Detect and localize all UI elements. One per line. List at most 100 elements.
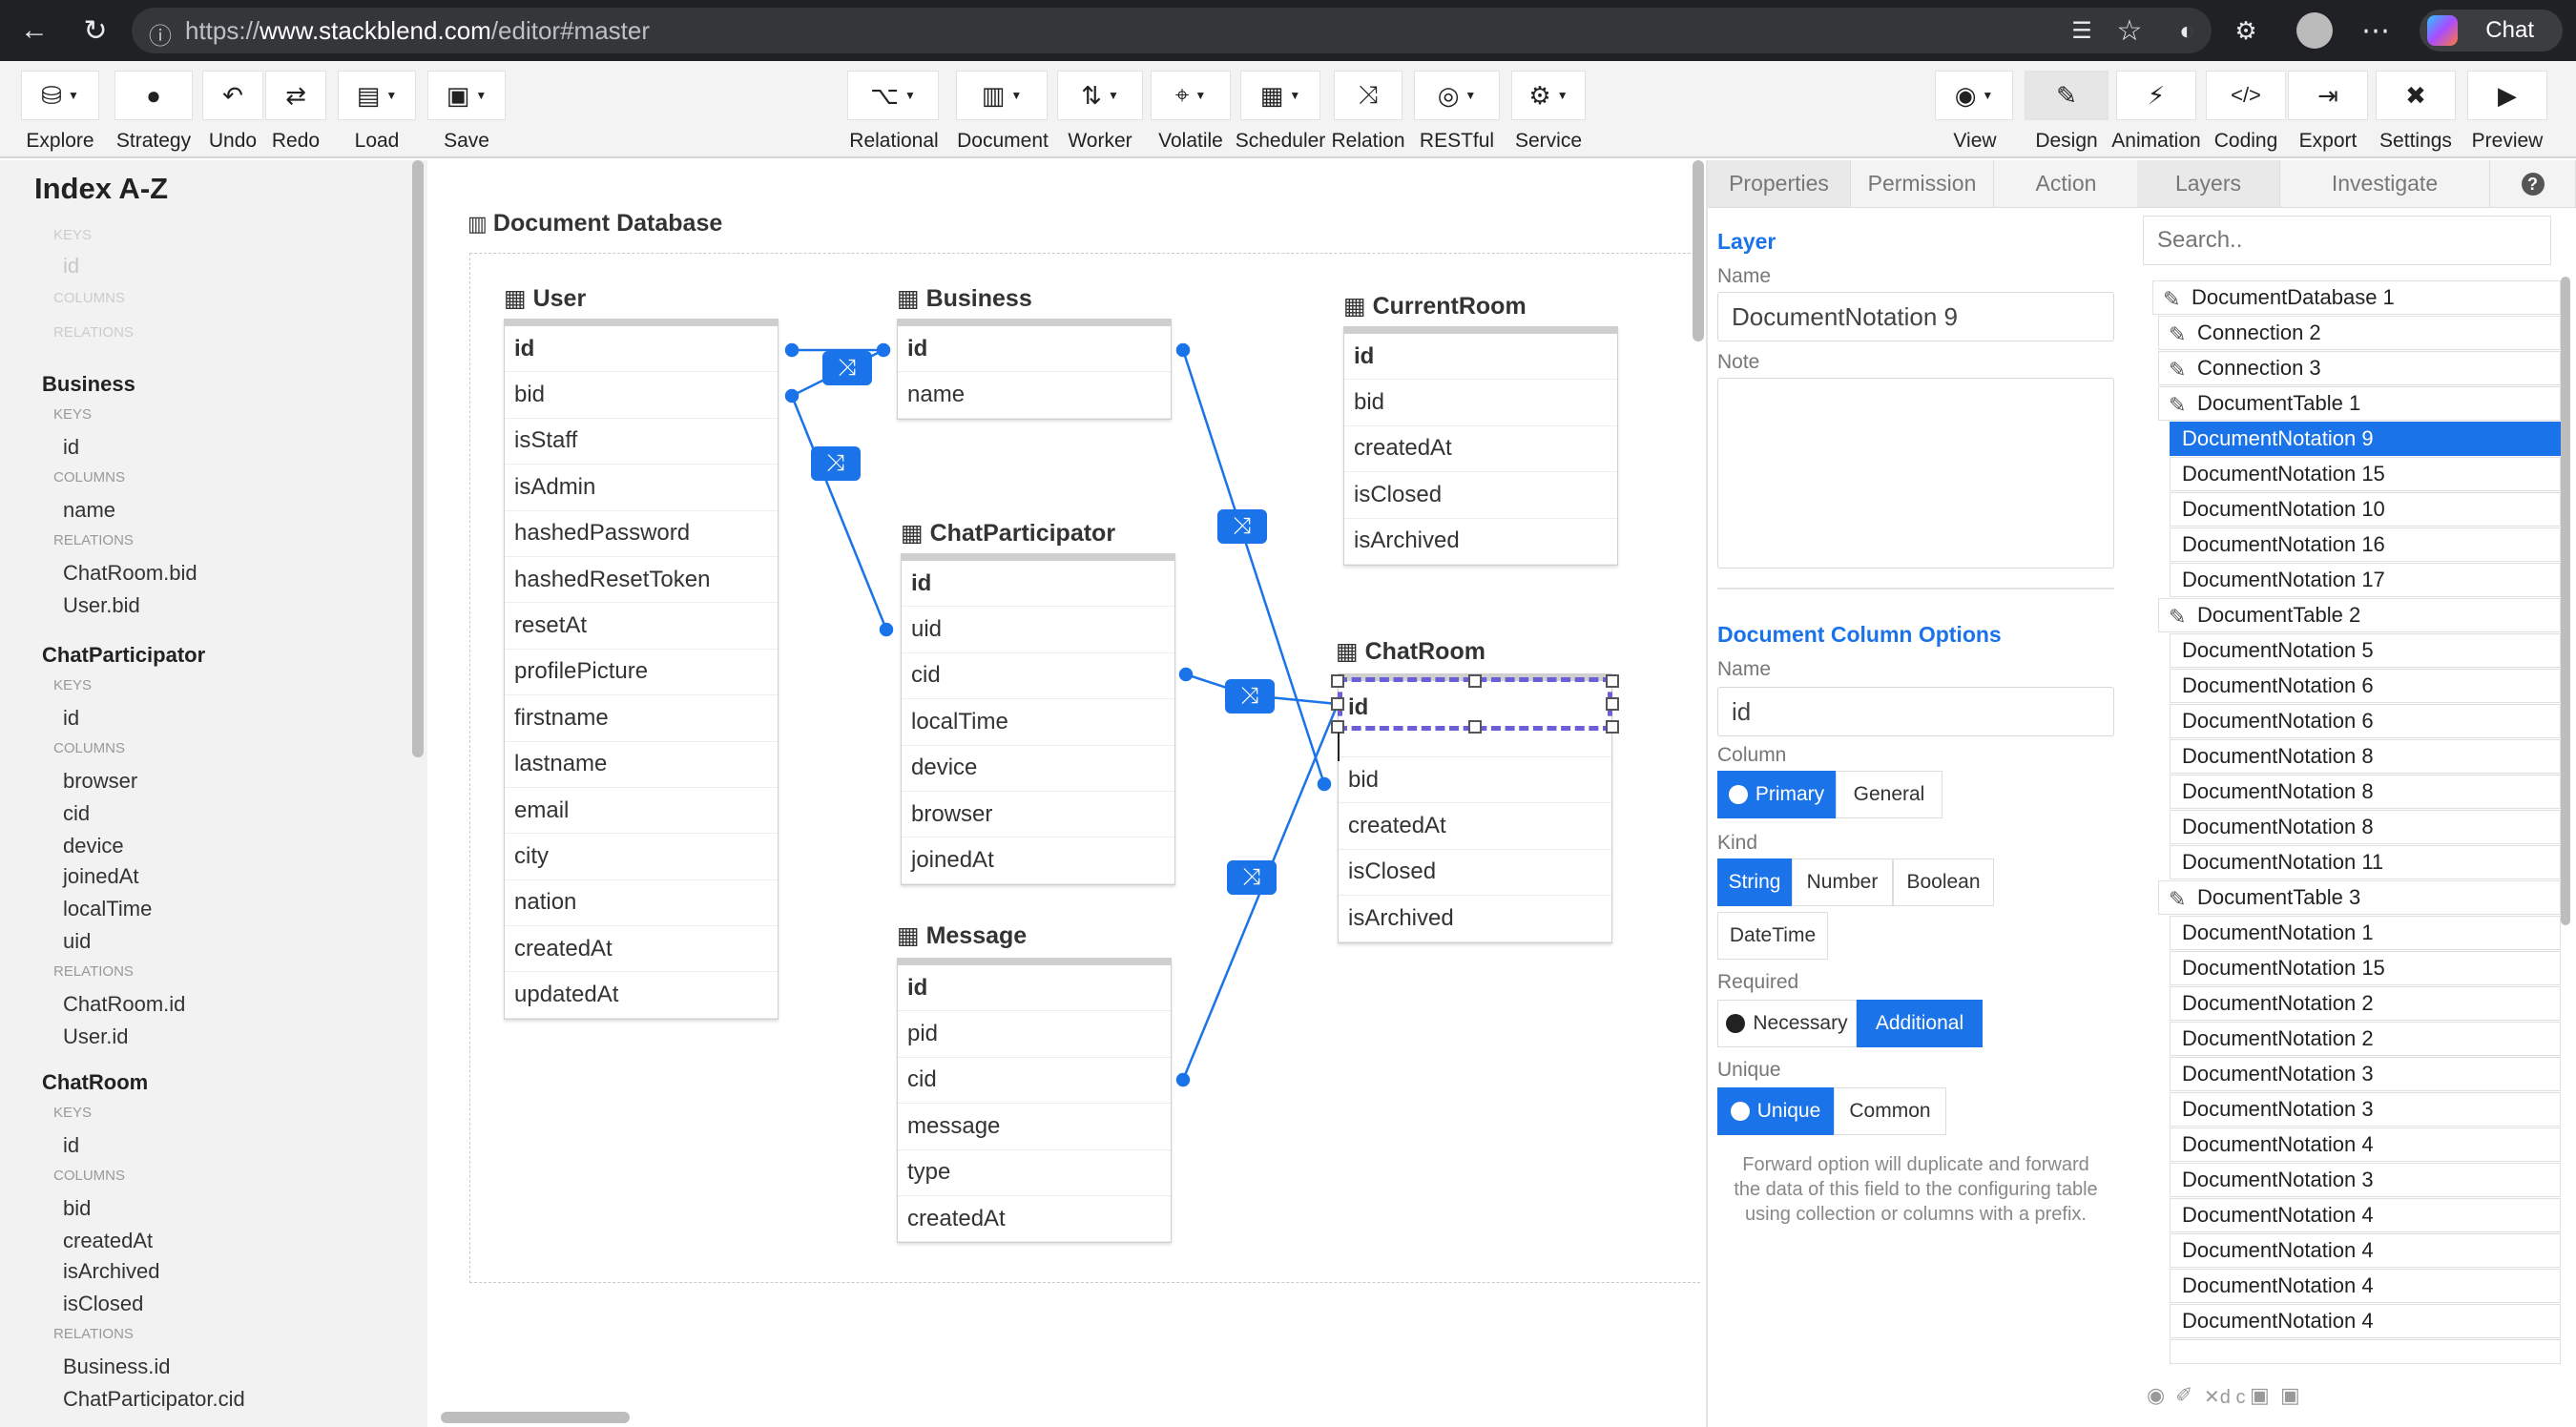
- resize-handle[interactable]: [1331, 697, 1344, 711]
- column-name-input[interactable]: id: [1717, 687, 2114, 736]
- table-row[interactable]: hashedPassword: [505, 511, 778, 557]
- resize-handle[interactable]: [1331, 720, 1344, 734]
- resize-handle[interactable]: [1331, 674, 1344, 688]
- table-row[interactable]: id: [902, 561, 1174, 608]
- resize-handle[interactable]: [1606, 720, 1619, 734]
- layer-item[interactable]: DocumentNotation 8: [2170, 775, 2561, 809]
- column-general-toggle[interactable]: General: [1836, 771, 1942, 818]
- table-chatparticipator[interactable]: id uid cid localTime device browser join…: [901, 553, 1175, 885]
- resize-handle[interactable]: [1606, 697, 1619, 711]
- layer-item[interactable]: [2170, 1339, 2561, 1364]
- layer-item[interactable]: DocumentNotation 8: [2170, 810, 2561, 844]
- table-user[interactable]: id bid isStaff isAdmin hashedPassword ha…: [504, 319, 779, 1020]
- table-row[interactable]: id: [898, 326, 1171, 373]
- layer-item[interactable]: ✎ Connection 2: [2158, 316, 2561, 350]
- layers-scrollbar[interactable]: [2561, 277, 2570, 925]
- kind-boolean-toggle[interactable]: Boolean: [1893, 858, 1994, 906]
- table-row[interactable]: message: [898, 1104, 1171, 1150]
- table-currentroom[interactable]: id bid createdAt isClosed isArchived: [1343, 326, 1618, 566]
- table-row[interactable]: cid: [898, 1058, 1171, 1105]
- layer-item[interactable]: DocumentNotation 3: [2170, 1057, 2561, 1091]
- layer-item[interactable]: DocumentNotation 4: [2170, 1198, 2561, 1232]
- relation-shuffle-icon[interactable]: ⤨: [1225, 679, 1275, 714]
- relation-shuffle-icon[interactable]: ⤨: [822, 351, 872, 385]
- relation-shuffle-icon[interactable]: ⤨: [1227, 860, 1277, 895]
- table-row[interactable]: pid: [898, 1011, 1171, 1058]
- table-row[interactable]: createdAt: [1339, 803, 1611, 850]
- eraser-icon[interactable]: ✐: [2175, 1383, 2192, 1408]
- table-row[interactable]: updatedAt: [505, 972, 778, 1019]
- layer-item[interactable]: DocumentNotation 4: [2170, 1269, 2561, 1303]
- table-row[interactable]: resetAt: [505, 603, 778, 650]
- table-row[interactable]: id: [898, 965, 1171, 1012]
- table-row[interactable]: uid: [902, 607, 1174, 653]
- kind-datetime-toggle[interactable]: DateTime: [1717, 912, 1828, 960]
- layer-name-input[interactable]: DocumentNotation 9: [1717, 292, 2114, 341]
- table-row[interactable]: id: [505, 326, 778, 373]
- table-row[interactable]: profilePicture: [505, 650, 778, 696]
- layer-item[interactable]: DocumentNotation 4: [2170, 1233, 2561, 1268]
- table-title-user[interactable]: ▦ User: [504, 284, 586, 313]
- table-row[interactable]: isClosed: [1339, 850, 1611, 897]
- table-row[interactable]: createdAt: [898, 1196, 1171, 1243]
- table-title-chatparticipator[interactable]: ▦ ChatParticipator: [901, 519, 1115, 548]
- table-row[interactable]: createdAt: [505, 926, 778, 973]
- table-row[interactable]: browser: [902, 792, 1174, 838]
- table-row[interactable]: email: [505, 788, 778, 835]
- tab-properties[interactable]: Properties: [1708, 160, 1851, 208]
- resize-handle[interactable]: [1606, 674, 1619, 688]
- table-title-currentroom[interactable]: ▦ CurrentRoom: [1343, 292, 1527, 321]
- table-row[interactable]: id: [1344, 334, 1617, 381]
- table-row[interactable]: createdAt: [1344, 426, 1617, 473]
- table-message[interactable]: id pid cid message type createdAt: [897, 958, 1172, 1244]
- table-title-chatroom[interactable]: ▦ ChatRoom: [1336, 637, 1485, 666]
- layer-item[interactable]: DocumentNotation 4: [2170, 1304, 2561, 1338]
- table-row[interactable]: type: [898, 1150, 1171, 1196]
- required-necessary-toggle[interactable]: Necessary: [1717, 1000, 1857, 1047]
- table-row[interactable]: joinedAt: [902, 838, 1174, 884]
- canvas-vertical-scrollbar[interactable]: [1693, 160, 1704, 341]
- layer-item[interactable]: DocumentNotation 15: [2170, 457, 2561, 491]
- unique-common-toggle[interactable]: Common: [1834, 1087, 1946, 1135]
- eye-icon[interactable]: ◉: [2147, 1383, 2165, 1408]
- table-row[interactable]: isAdmin: [505, 465, 778, 511]
- relation-shuffle-icon[interactable]: ⤨: [811, 446, 861, 481]
- layer-item[interactable]: ✎ DocumentDatabase 1: [2152, 280, 2561, 315]
- note-textarea[interactable]: [1717, 378, 2114, 569]
- layer-item[interactable]: DocumentNotation 3: [2170, 1092, 2561, 1127]
- layer-item[interactable]: DocumentNotation 6: [2170, 704, 2561, 738]
- tab-action[interactable]: Action: [1994, 160, 2139, 208]
- lock-icon[interactable]: ▣: [2280, 1383, 2300, 1408]
- tab-layers[interactable]: Layers: [2137, 160, 2280, 208]
- layer-item[interactable]: DocumentNotation 9: [2170, 422, 2561, 456]
- layer-search-input[interactable]: [2143, 216, 2551, 265]
- layer-item[interactable]: DocumentNotation 11: [2170, 845, 2561, 879]
- table-row[interactable]: isClosed: [1344, 472, 1617, 519]
- required-additional-toggle[interactable]: Additional: [1857, 1000, 1983, 1047]
- table-row[interactable]: isArchived: [1339, 896, 1611, 942]
- layer-item[interactable]: DocumentNotation 15: [2170, 951, 2561, 985]
- layer-item[interactable]: DocumentNotation 2: [2170, 986, 2561, 1021]
- table-title-business[interactable]: ▦ Business: [897, 284, 1032, 313]
- help-icon[interactable]: ?: [2490, 160, 2576, 208]
- layer-item[interactable]: DocumentNotation 17: [2170, 563, 2561, 597]
- table-row[interactable]: isArchived: [1344, 519, 1617, 565]
- resize-handle[interactable]: [1468, 674, 1482, 688]
- layer-item[interactable]: DocumentNotation 2: [2170, 1022, 2561, 1056]
- layer-item[interactable]: ✎ Connection 3: [2158, 351, 2561, 385]
- tab-permission[interactable]: Permission: [1851, 160, 1994, 208]
- table-row[interactable]: localTime: [902, 699, 1174, 746]
- canvas-horizontal-scrollbar[interactable]: [441, 1412, 630, 1423]
- layer-item[interactable]: DocumentNotation 6: [2170, 669, 2561, 703]
- table-row[interactable]: nation: [505, 880, 778, 927]
- resize-handle[interactable]: [1468, 720, 1482, 734]
- table-row[interactable]: city: [505, 834, 778, 880]
- relation-shuffle-icon[interactable]: ⤨: [1217, 509, 1267, 544]
- layer-item[interactable]: DocumentNotation 5: [2170, 633, 2561, 668]
- lock-icon[interactable]: ▣: [2250, 1383, 2270, 1408]
- unique-unique-toggle[interactable]: Unique: [1717, 1087, 1834, 1135]
- table-row[interactable]: isStaff: [505, 419, 778, 465]
- table-row[interactable]: bid: [1339, 757, 1611, 804]
- kind-string-toggle[interactable]: String: [1717, 858, 1792, 906]
- table-row[interactable]: hashedResetToken: [505, 557, 778, 604]
